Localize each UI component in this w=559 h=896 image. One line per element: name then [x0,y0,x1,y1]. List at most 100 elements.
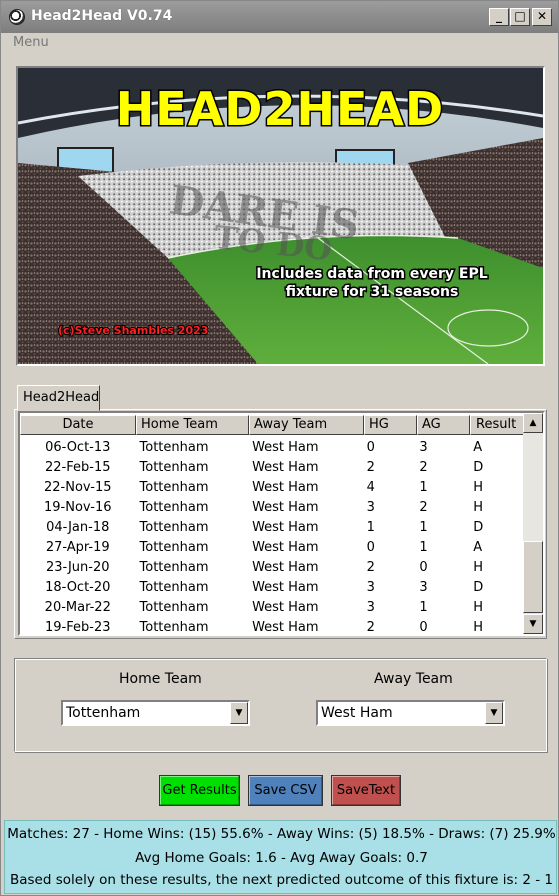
table-row[interactable]: 23-Jun-20 Tottenham West Ham 2 0 H [20,557,523,577]
cell-date: 18-Oct-20 [45,579,111,595]
cell-home-team: Tottenham [139,599,209,615]
save-csv-button[interactable]: Save CSV [248,775,323,806]
banner-tagline-line2: fixture for 31 seasons [286,284,459,300]
banner-credit: (c)Steve Shambles 2023 [58,324,208,337]
cell-ag: 2 [419,459,428,475]
close-button[interactable]: ✕ [532,8,552,26]
football-icon [9,9,25,25]
menu-bar: Menu [1,33,558,55]
cell-date: 19-Nov-16 [44,499,112,515]
away-team-label: Away Team [374,671,453,687]
cell-away-team: West Ham [252,559,319,575]
table-row[interactable]: 27-Apr-19 Tottenham West Ham 0 1 A [20,537,523,557]
cell-result: H [473,599,483,615]
cell-ag: 2 [419,499,428,515]
cell-date: 20-Mar-22 [44,599,111,615]
results-table[interactable]: Date Home Team Away Team HG AG Result 06… [18,411,545,636]
table-header: Date Home Team Away Team HG AG Result [20,415,525,437]
banner-image: DARE IS TO DO HEAD2HEAD Includes data fr… [16,66,545,366]
cell-hg: 3 [366,599,375,615]
column-header-date[interactable]: Date [20,415,136,435]
table-row[interactable]: 22-Nov-15 Tottenham West Ham 4 1 H [20,477,523,497]
home-team-value: Tottenham [66,705,141,721]
cell-away-team: West Ham [252,599,319,615]
summary-panel: Matches: 27 - Home Wins: (15) 55.6% - Aw… [4,820,557,894]
cell-ag: 1 [419,479,428,495]
banner-tagline-line1: Includes data from every EPL [256,266,487,282]
cell-date: 06-Oct-13 [45,439,111,455]
banner-heading: HEAD2HEAD [116,82,444,136]
cell-away-team: West Ham [252,519,319,535]
cell-hg: 2 [366,559,375,575]
maximize-button[interactable]: □ [510,8,530,26]
cell-ag: 3 [419,579,428,595]
table-row[interactable]: 22-Feb-15 Tottenham West Ham 2 2 D [20,457,523,477]
summary-line-avg-goals: Avg Home Goals: 1.6 - Avg Away Goals: 0.… [135,850,428,866]
column-header-away-team[interactable]: Away Team [249,415,364,435]
cell-away-team: West Ham [252,539,319,555]
cell-home-team: Tottenham [139,519,209,535]
table-row[interactable]: 20-Mar-22 Tottenham West Ham 3 1 H [20,597,523,617]
cell-home-team: Tottenham [139,559,209,575]
cell-ag: 0 [419,559,428,575]
cell-away-team: West Ham [252,579,319,595]
cell-home-team: Tottenham [139,479,209,495]
minimize-button[interactable]: _ [489,8,509,26]
cell-date: 22-Nov-15 [44,479,112,495]
table-scrollbar[interactable]: ▲ ▼ [523,413,543,634]
cell-home-team: Tottenham [139,579,209,595]
cell-home-team: Tottenham [139,619,209,635]
away-team-select[interactable]: West Ham ▼ [316,700,505,726]
menu-item[interactable]: Menu [13,35,49,50]
scroll-thumb[interactable] [523,541,543,613]
cell-home-team: Tottenham [139,539,209,555]
save-text-button[interactable]: SaveText [331,775,401,806]
cell-result: H [473,619,483,635]
cell-away-team: West Ham [252,619,319,635]
cell-hg: 4 [366,479,375,495]
table-row[interactable]: 04-Jan-18 Tottenham West Ham 1 1 D [20,517,523,537]
chevron-down-icon[interactable]: ▼ [485,702,503,724]
cell-result: H [473,499,483,515]
column-header-ag[interactable]: AG [417,415,470,435]
cell-away-team: West Ham [252,479,319,495]
cell-hg: 0 [366,439,375,455]
table-row[interactable]: 19-Nov-16 Tottenham West Ham 3 2 H [20,497,523,517]
cell-hg: 0 [366,539,375,555]
cell-hg: 2 [366,459,375,475]
summary-line-stats: Matches: 27 - Home Wins: (15) 55.6% - Aw… [7,826,556,842]
cell-hg: 3 [366,579,375,595]
window-title: Head2Head V0.74 [31,8,173,24]
get-results-button[interactable]: Get Results [159,775,240,806]
cell-ag: 3 [419,439,428,455]
cell-away-team: West Ham [252,459,319,475]
title-bar[interactable]: Head2Head V0.74 _ □ ✕ [1,1,558,33]
stadium-illustration: DARE IS TO DO HEAD2HEAD Includes data fr… [18,68,543,364]
scroll-up-button[interactable]: ▲ [523,413,543,433]
home-team-select[interactable]: Tottenham ▼ [61,700,250,726]
table-body: 06-Oct-13 Tottenham West Ham 0 3 A 22-Feb-15 To… [20,437,523,635]
chevron-down-icon[interactable]: ▼ [230,702,248,724]
cell-result: H [473,559,483,575]
cell-date: 19-Feb-23 [45,619,111,635]
cell-ag: 0 [419,619,428,635]
cell-result: D [473,579,484,595]
cell-ag: 1 [419,539,428,555]
column-header-result[interactable]: Result [470,415,525,435]
table-row[interactable]: 06-Oct-13 Tottenham West Ham 0 3 A [20,437,523,457]
scroll-down-button[interactable]: ▼ [523,614,543,634]
cell-home-team: Tottenham [139,459,209,475]
cell-date: 27-Apr-19 [45,539,110,555]
cell-ag: 1 [419,519,428,535]
cell-hg: 2 [366,619,375,635]
column-header-hg[interactable]: HG [364,415,417,435]
cell-hg: 1 [366,519,375,535]
cell-hg: 3 [366,499,375,515]
column-header-home-team[interactable]: Home Team [136,415,249,435]
cell-date: 22-Feb-15 [45,459,111,475]
table-row[interactable]: 19-Feb-23 Tottenham West Ham 2 0 H [20,617,523,635]
cell-ag: 1 [419,599,428,615]
tab-head2head[interactable]: Head2Head [17,385,100,411]
cell-result: A [473,439,483,455]
table-row[interactable]: 18-Oct-20 Tottenham West Ham 3 3 D [20,577,523,597]
